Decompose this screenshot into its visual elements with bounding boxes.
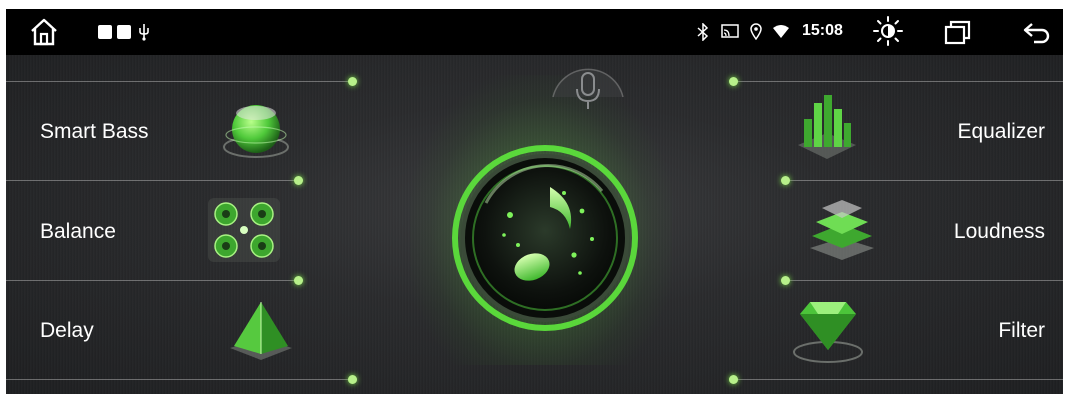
audio-settings-panel: Smart Bass Balance Delay Equalizer Loudn…: [6, 55, 1063, 394]
smart-bass-icon: [218, 95, 294, 165]
divider-line: [786, 180, 1063, 181]
divider-dot: [729, 77, 738, 86]
divider-dot: [729, 375, 738, 384]
brightness-icon[interactable]: [872, 15, 904, 47]
balance-button[interactable]: Balance: [6, 184, 326, 276]
divider-line: [6, 180, 298, 181]
filter-button[interactable]: Filter: [766, 284, 1063, 376]
app-square-icon: [98, 25, 112, 39]
divider-line: [6, 280, 298, 281]
screen: 15:08 Smart Bass Balance Delay Equalizer…: [6, 9, 1063, 394]
music-button[interactable]: [452, 145, 638, 331]
loudness-icon: [802, 194, 882, 266]
delay-button[interactable]: Delay: [6, 284, 326, 376]
divider-line: [786, 280, 1063, 281]
balance-label: Balance: [40, 220, 116, 243]
recent-apps-icon[interactable]: [944, 19, 972, 45]
divider-line: [734, 81, 1063, 82]
delay-label: Delay: [40, 319, 94, 342]
cast-icon: [721, 24, 739, 39]
usb-icon: [137, 23, 151, 41]
divider-line: [734, 379, 1063, 380]
divider-dot: [348, 375, 357, 384]
equalizer-label: Equalizer: [957, 120, 1045, 143]
clock-time: 15:08: [802, 22, 843, 39]
filter-icon: [788, 294, 868, 366]
smart-bass-button[interactable]: Smart Bass: [6, 85, 326, 177]
equalizer-icon: [792, 89, 862, 165]
app-square-icon: [117, 25, 131, 39]
balance-icon: [204, 194, 284, 266]
divider-dot: [348, 77, 357, 86]
divider-line: [6, 379, 353, 380]
wifi-icon: [772, 25, 790, 39]
status-bar: 15:08: [6, 9, 1063, 55]
equalizer-button[interactable]: Equalizer: [766, 85, 1063, 177]
loudness-label: Loudness: [953, 220, 1045, 243]
delay-icon: [224, 298, 298, 364]
bluetooth-icon: [696, 23, 710, 41]
back-icon[interactable]: [1022, 21, 1054, 45]
home-icon[interactable]: [28, 17, 60, 47]
filter-label: Filter: [998, 319, 1045, 342]
smart-bass-label: Smart Bass: [40, 120, 149, 143]
microphone-button[interactable]: [549, 57, 627, 121]
loudness-button[interactable]: Loudness: [766, 184, 1063, 276]
location-icon: [750, 23, 762, 40]
divider-line: [6, 81, 353, 82]
